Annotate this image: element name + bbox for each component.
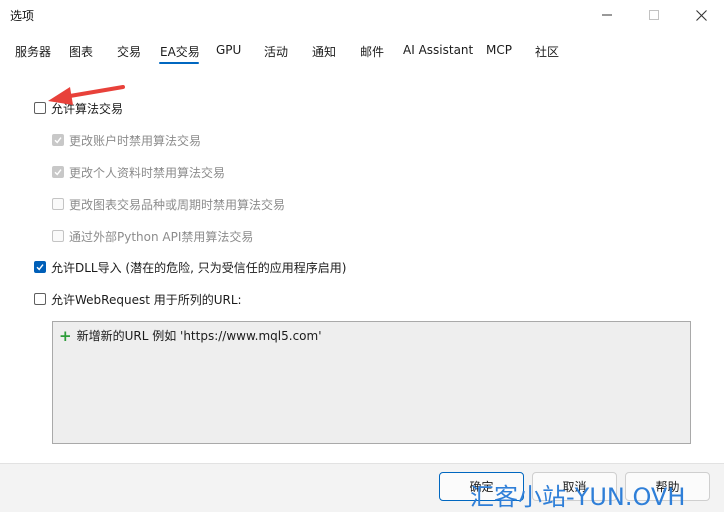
disable-on-account-change-label: 更改账户时禁用算法交易 <box>69 133 202 148</box>
tab-gpu[interactable]: GPU <box>216 43 241 57</box>
active-tab-indicator <box>159 62 199 64</box>
disable-on-symbol-change-label: 更改图表交易品种或周期时禁用算法交易 <box>69 197 286 212</box>
check-icon <box>54 169 62 176</box>
check-icon <box>54 137 62 144</box>
disable-on-symbol-change-checkbox <box>52 198 64 210</box>
maximize-icon <box>649 10 659 20</box>
tab-server[interactable]: 服务器 <box>15 43 51 60</box>
allow-dll-label: 允许DLL导入 (潜在的危险, 只为受信任的应用程序启用) <box>51 260 347 275</box>
close-button[interactable] <box>686 4 716 26</box>
allow-webrequest-checkbox[interactable] <box>34 293 46 305</box>
allow-algo-trading-option[interactable]: 允许算法交易 <box>34 99 123 117</box>
disable-on-symbol-change-option: 更改图表交易品种或周期时禁用算法交易 <box>52 195 285 213</box>
allow-dll-option[interactable]: 允许DLL导入 (潜在的危险, 只为受信任的应用程序启用) <box>34 258 346 276</box>
tab-charts[interactable]: 图表 <box>69 43 93 60</box>
maximize-button[interactable] <box>639 4 669 26</box>
tab-community[interactable]: 社区 <box>535 43 559 60</box>
close-icon <box>695 9 707 21</box>
tab-notifications[interactable]: 通知 <box>312 43 336 60</box>
tab-bar: 服务器 图表 交易 EA交易 GPU 活动 通知 邮件 AI Assistant… <box>0 38 724 64</box>
webrequest-url-list[interactable]: + 新增新的URL 例如 'https://www.mql5.com' <box>52 321 691 444</box>
title-bar: 选项 <box>0 0 724 32</box>
tab-mcp[interactable]: MCP <box>486 43 512 57</box>
tab-ai-assistant[interactable]: AI Assistant <box>403 43 473 57</box>
window-title: 选项 <box>10 9 35 23</box>
tab-events[interactable]: 活动 <box>264 43 288 60</box>
add-url-label: 新增新的URL 例如 'https://www.mql5.com' <box>76 329 322 343</box>
disable-via-python-option: 通过外部Python API禁用算法交易 <box>52 227 253 245</box>
tab-trade[interactable]: 交易 <box>117 43 141 60</box>
tab-email[interactable]: 邮件 <box>360 43 384 60</box>
disable-on-profile-change-label: 更改个人资料时禁用算法交易 <box>69 165 226 180</box>
tab-expert-advisors[interactable]: EA交易 <box>160 43 200 60</box>
allow-dll-checkbox[interactable] <box>34 261 46 273</box>
disable-via-python-label: 通过外部Python API禁用算法交易 <box>69 229 254 244</box>
minimize-button[interactable] <box>592 4 622 26</box>
watermark-text: 汇客小站-YUN.OVH <box>470 483 686 511</box>
plus-icon: + <box>59 326 72 345</box>
minimize-icon <box>602 10 612 20</box>
disable-on-account-change-checkbox <box>52 134 64 146</box>
allow-webrequest-option[interactable]: 允许WebRequest 用于所列的URL: <box>34 290 242 308</box>
allow-algo-trading-checkbox[interactable] <box>34 102 46 114</box>
disable-via-python-checkbox <box>52 230 64 242</box>
check-icon <box>36 264 44 271</box>
disable-on-profile-change-checkbox <box>52 166 64 178</box>
allow-algo-trading-label: 允许算法交易 <box>51 101 124 116</box>
disable-on-profile-change-option: 更改个人资料时禁用算法交易 <box>52 163 225 181</box>
add-url-item[interactable]: + 新增新的URL 例如 'https://www.mql5.com' <box>59 327 322 344</box>
allow-webrequest-label: 允许WebRequest 用于所列的URL: <box>51 292 242 307</box>
disable-on-account-change-option: 更改账户时禁用算法交易 <box>52 131 201 149</box>
